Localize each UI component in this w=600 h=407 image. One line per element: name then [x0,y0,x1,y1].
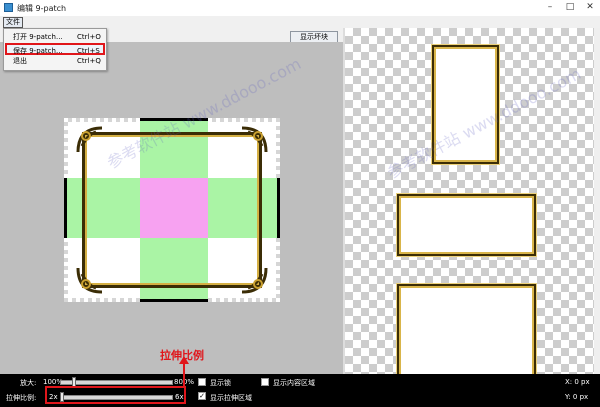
preview-scrollbar[interactable] [594,28,600,374]
show-lock-checkbox[interactable] [198,378,206,386]
annotation-highlight-box [45,386,186,404]
menu-item-open[interactable]: 打开 9-patch... Ctrl+O [5,31,105,43]
show-stretch-checkbox[interactable]: ✓ [198,392,206,400]
menu-item-exit[interactable]: 退出 Ctrl+Q [5,55,105,67]
window-title: 编辑 9-patch [17,4,67,13]
show-lock-label: 显示锁 [210,379,231,387]
menu-item-save[interactable]: 保存 9-patch... Ctrl+S [5,43,105,55]
menu-file[interactable]: 文件 [3,17,23,28]
ornament-top-right-icon [241,126,268,153]
show-content-label: 显示内容区域 [273,379,315,387]
title-bar: 编辑 9-patch – □ ✕ [0,0,600,17]
app-icon [4,3,13,12]
close-icon[interactable]: ✕ [584,2,596,13]
ornament-top-left-icon [76,126,103,153]
content-marker-bottom[interactable] [140,299,208,302]
preview-large [397,284,536,388]
stretch-marker-left[interactable] [64,178,67,238]
content-marker-right[interactable] [277,178,280,238]
ornament-bottom-left-icon [76,267,103,294]
minimize-icon[interactable]: – [544,2,556,13]
zoom-slider[interactable] [60,380,173,385]
nine-patch-canvas[interactable] [64,118,280,302]
menu-bar: 文件 [0,16,600,28]
maximize-icon[interactable]: □ [564,2,576,13]
show-stretch-label: 显示拉伸区域 [210,394,252,402]
file-menu-dropdown: 打开 9-patch... Ctrl+O 保存 9-patch... Ctrl+… [3,28,107,71]
zoom-label: 放大: [20,379,37,387]
x-readout: X: 0 px [565,378,590,386]
preview-wide [397,194,536,256]
show-content-checkbox[interactable] [261,378,269,386]
scale-label: 拉伸比例: [6,394,37,402]
annotation-arrow-line [183,362,185,386]
ornament-bottom-right-icon [241,267,268,294]
y-readout: Y: 0 px [565,393,589,401]
